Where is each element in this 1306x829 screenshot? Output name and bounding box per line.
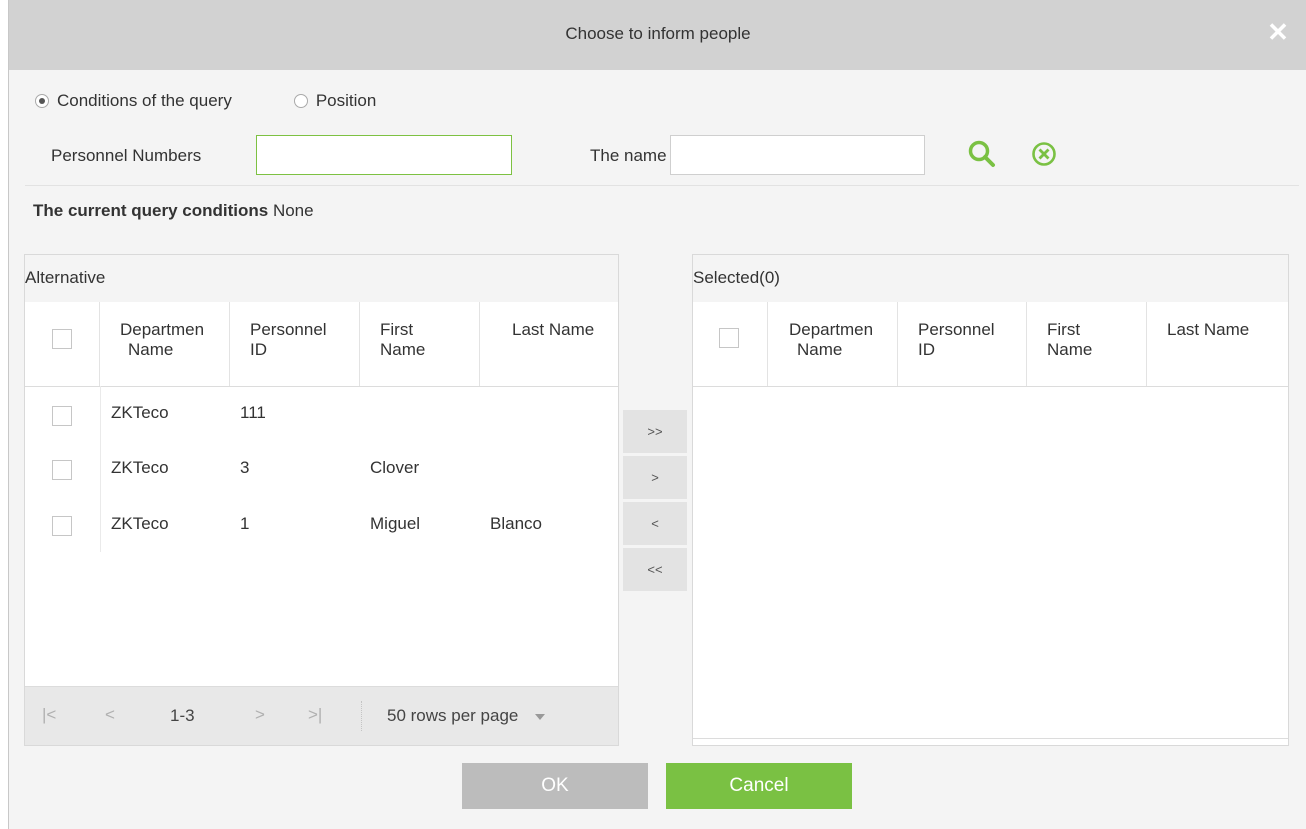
divider xyxy=(25,185,1299,186)
radio-label-conditions: Conditions of the query xyxy=(57,91,232,110)
radio-label-position: Position xyxy=(315,91,377,110)
column-header-text: ID xyxy=(918,340,935,359)
column-header-text: Personnel xyxy=(918,320,995,339)
add-selected-button[interactable]: > xyxy=(623,456,687,500)
name-input[interactable] xyxy=(670,135,925,175)
alternative-header: Alternative xyxy=(25,255,618,303)
search-icon[interactable] xyxy=(967,139,997,169)
rows-per-page-select[interactable]: 50 rows per page xyxy=(387,706,546,726)
cell-department: ZKTeco xyxy=(111,403,169,422)
page-range: 1-3 xyxy=(170,706,195,725)
table-row[interactable]: ZKTeco 111 xyxy=(25,387,618,445)
name-label: The name xyxy=(590,146,667,165)
cell-department: ZKTeco xyxy=(111,458,169,477)
pager-divider xyxy=(361,701,363,731)
column-header-text: Name xyxy=(128,340,174,359)
radio-conditions-of-query[interactable]: Conditions of the query xyxy=(35,91,232,111)
radio-position[interactable]: Position xyxy=(293,91,377,111)
column-header-department[interactable]: Departmen Name xyxy=(100,302,230,386)
cell-personnel-id: 111 xyxy=(240,403,266,422)
alternative-title: Alternative xyxy=(25,268,106,287)
personnel-numbers-label: Personnel Numbers xyxy=(51,146,202,165)
close-icon[interactable]: ✕ xyxy=(1267,19,1289,45)
dialog-titlebar: Choose to inform people ✕ xyxy=(9,0,1306,70)
column-header-text: Personnel xyxy=(250,320,327,339)
remove-selected-button[interactable]: < xyxy=(623,502,687,546)
chevron-down-icon xyxy=(535,713,546,720)
selected-header: Selected(0) xyxy=(693,255,1288,303)
column-header-text: Name xyxy=(797,340,843,359)
column-header-text: Departmen xyxy=(120,320,205,339)
radio-button-checked[interactable] xyxy=(35,94,49,108)
prev-page-button[interactable]: < xyxy=(105,705,115,725)
add-all-button[interactable]: >> xyxy=(623,410,687,454)
row-checkbox[interactable] xyxy=(52,460,72,480)
column-header-last-name[interactable]: Last Name xyxy=(1147,302,1288,386)
select-all-column xyxy=(693,302,768,386)
column-header-text: Name xyxy=(1047,340,1093,359)
cell-department: ZKTeco xyxy=(111,514,169,533)
next-page-button[interactable]: > xyxy=(255,705,265,725)
cell-first-name: Miguel xyxy=(370,514,421,533)
column-header-text: Departmen xyxy=(789,320,874,339)
column-header-text: Last Name xyxy=(512,320,595,339)
cell-last-name: Blanco xyxy=(490,514,542,533)
ok-button[interactable]: OK xyxy=(462,763,648,809)
row-checkbox[interactable] xyxy=(52,516,72,536)
column-header-personnel-id[interactable]: Personnel ID xyxy=(230,302,360,386)
column-header-text: First xyxy=(380,320,414,339)
table-row[interactable]: ZKTeco 1 Miguel Blanco xyxy=(25,503,618,561)
alternative-panel: Alternative Departmen Name Personnel ID … xyxy=(24,254,619,746)
alternative-grid-header: Departmen Name Personnel ID First Name L… xyxy=(25,302,618,387)
radio-button-unchecked[interactable] xyxy=(293,94,308,108)
selected-title: Selected(0) xyxy=(693,268,780,287)
table-row[interactable]: ZKTeco 3 Clover xyxy=(25,445,618,503)
last-page-button[interactable]: >| xyxy=(308,705,322,725)
choose-people-dialog: Choose to inform people ✕ Conditions of … xyxy=(8,0,1306,829)
remove-all-button[interactable]: << xyxy=(623,548,687,592)
current-query-conditions: The current query conditions None xyxy=(33,201,314,221)
column-header-personnel-id[interactable]: Personnel ID xyxy=(898,302,1027,386)
select-all-checkbox[interactable] xyxy=(52,329,72,349)
cell-personnel-id: 1 xyxy=(240,514,250,533)
personnel-numbers-input[interactable] xyxy=(256,135,512,175)
column-header-department[interactable]: Departmen Name xyxy=(768,302,898,386)
cell-first-name: Clover xyxy=(370,458,420,477)
grid-footer-line xyxy=(693,738,1288,739)
conditions-value: None xyxy=(272,201,314,220)
selected-panel: Selected(0) Departmen Name Personnel ID … xyxy=(692,254,1289,746)
column-header-first-name[interactable]: First Name xyxy=(360,302,480,386)
query-mode-group: Conditions of the query Position xyxy=(35,89,376,113)
column-header-text: Last Name xyxy=(1167,320,1250,339)
first-page-button[interactable]: |< xyxy=(42,705,56,725)
row-checkbox[interactable] xyxy=(52,406,72,426)
column-header-text: First xyxy=(1047,320,1081,339)
clear-circle-icon[interactable] xyxy=(1031,141,1057,167)
column-header-first-name[interactable]: First Name xyxy=(1027,302,1147,386)
column-header-last-name[interactable]: Last Name xyxy=(480,302,616,386)
cancel-button[interactable]: Cancel xyxy=(666,763,852,809)
dialog-title: Choose to inform people xyxy=(565,24,751,43)
column-header-text: Name xyxy=(380,340,426,359)
column-header-text: ID xyxy=(250,340,267,359)
conditions-label: The current query conditions xyxy=(33,201,269,220)
select-all-checkbox[interactable] xyxy=(719,328,739,348)
rows-per-page-value: 50 rows per page xyxy=(387,706,519,725)
cell-personnel-id: 3 xyxy=(240,458,250,477)
selected-grid-header: Departmen Name Personnel ID First Name L… xyxy=(693,302,1288,387)
pagination-bar: |< < 1-3 > >| 50 rows per page xyxy=(25,686,618,745)
select-all-column xyxy=(25,302,100,386)
